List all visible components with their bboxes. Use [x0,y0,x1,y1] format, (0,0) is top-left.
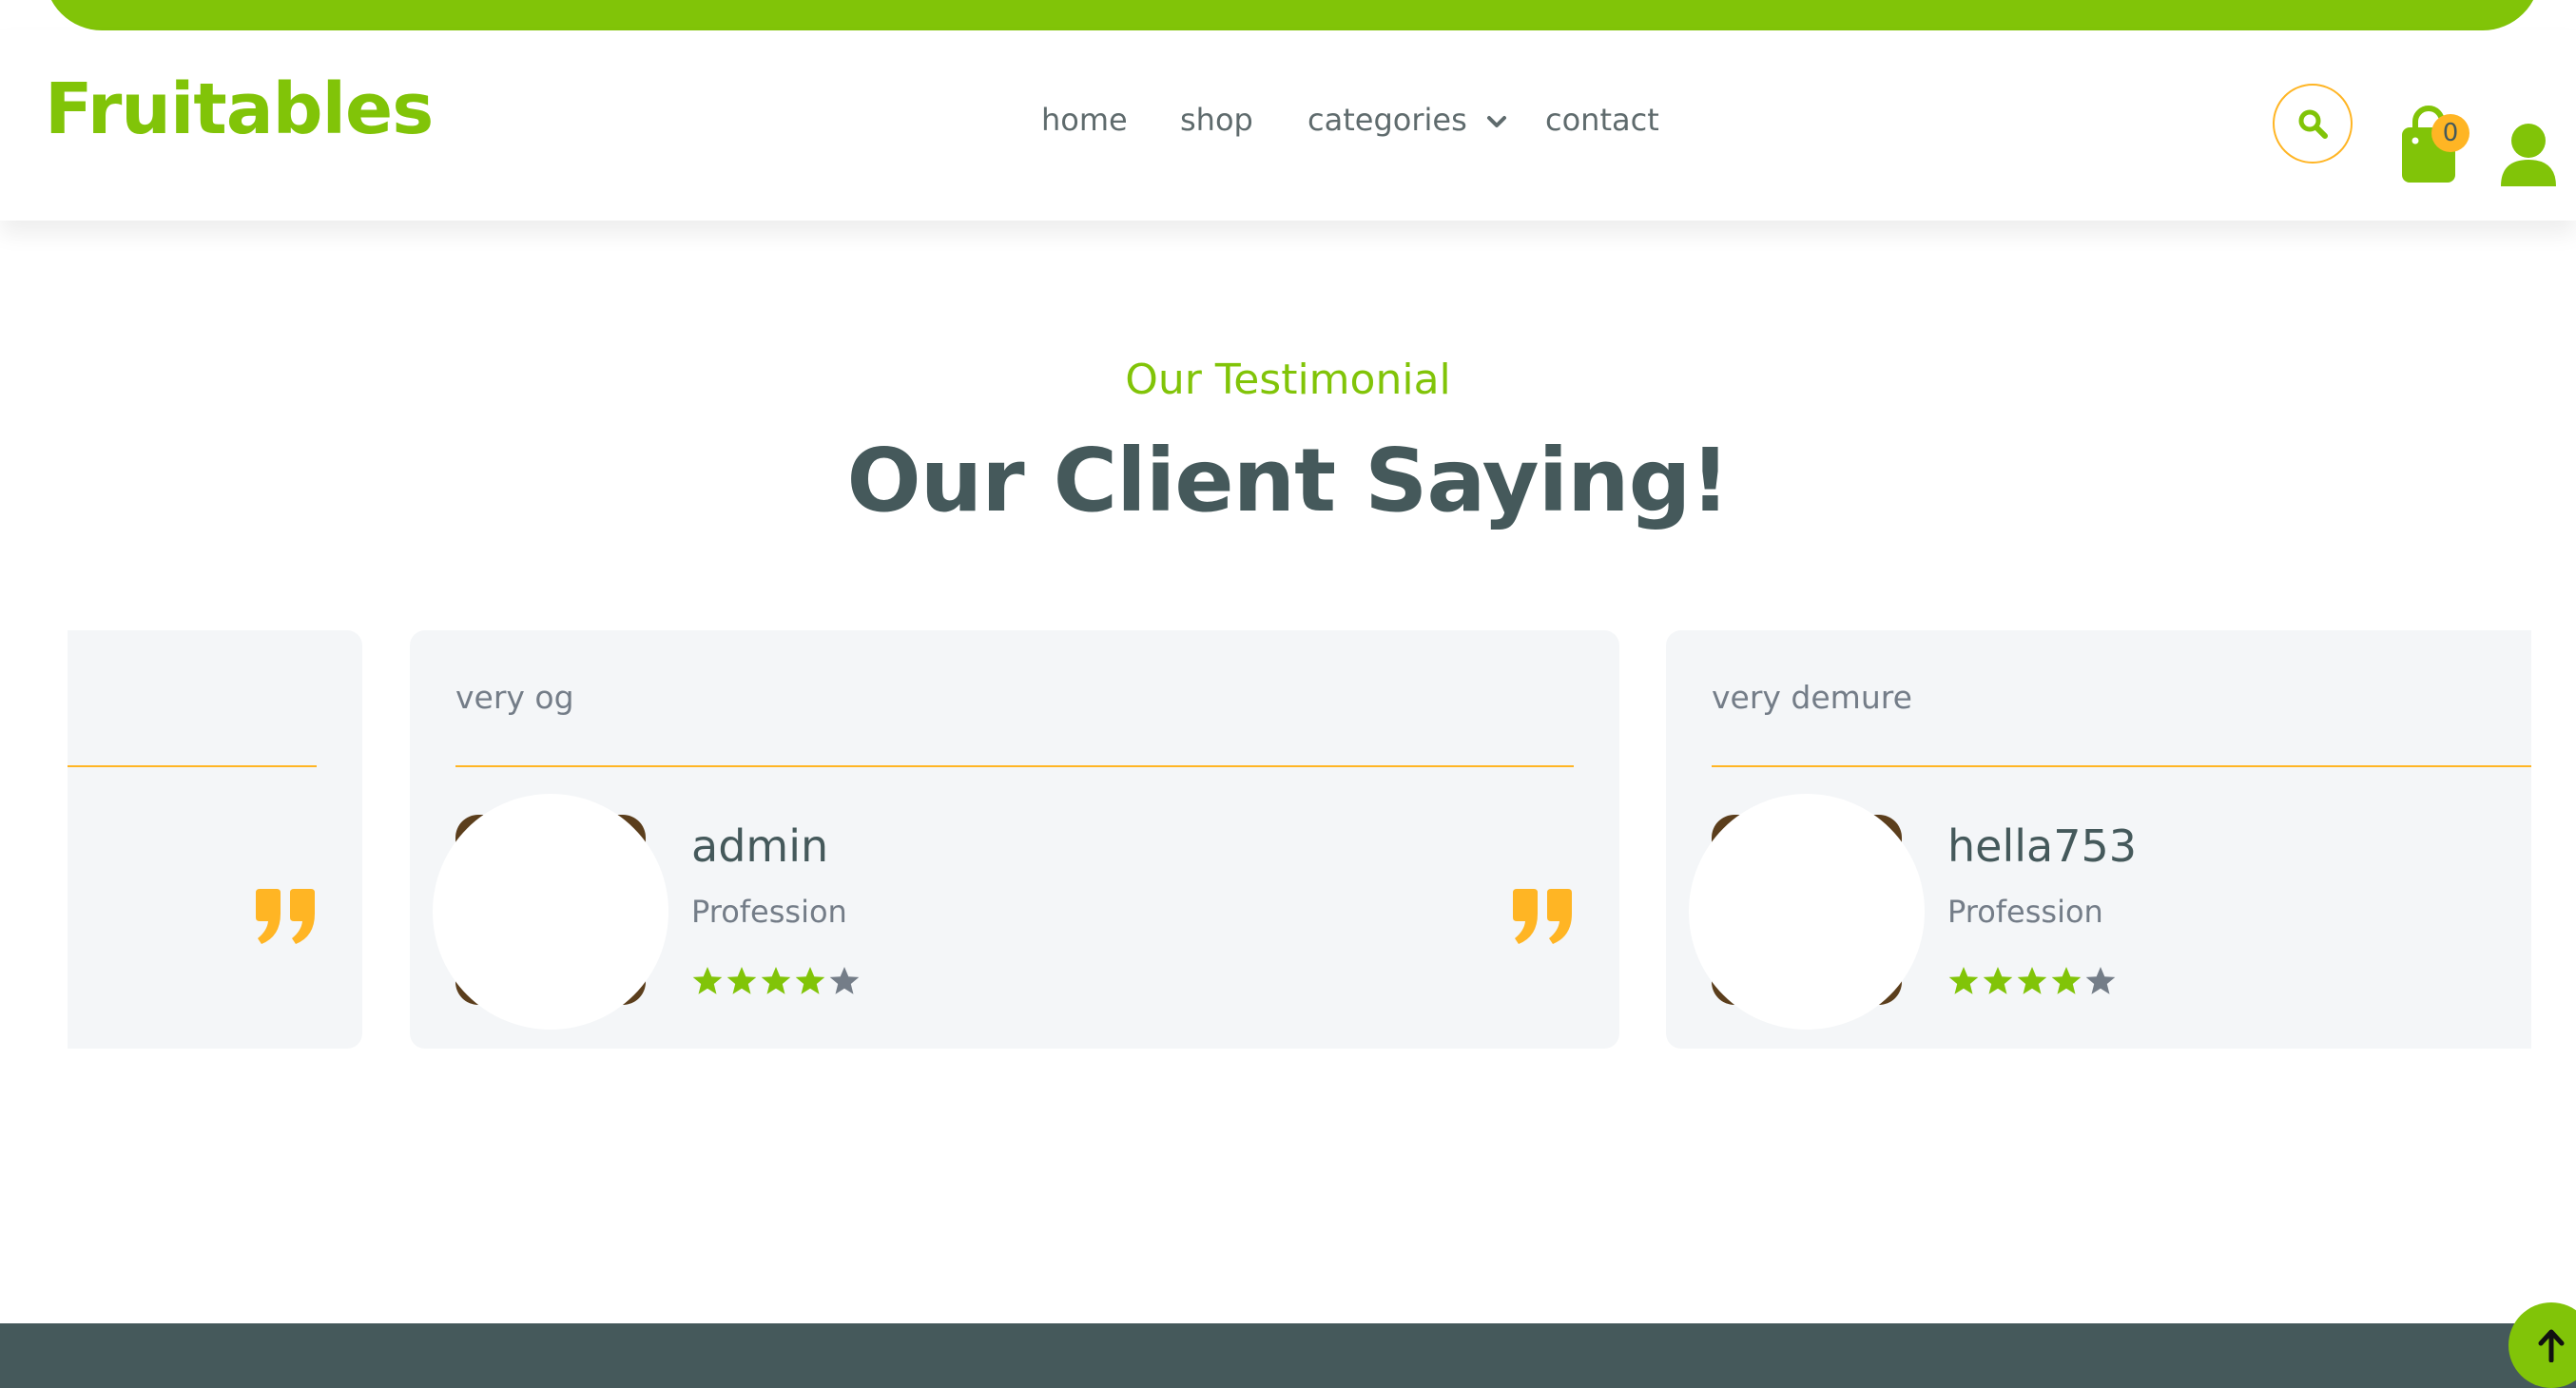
star-filled-icon [1983,967,2013,994]
star-filled-icon [1948,967,1979,994]
nav-shop[interactable]: shop [1180,105,1253,135]
footer [0,1323,2576,1388]
testimonial-text: very og [455,679,574,716]
star-empty-icon [2085,967,2116,994]
star-rating [691,965,861,997]
star-filled-icon [761,967,791,994]
avatar [433,794,668,1030]
star-filled-icon [726,967,757,994]
star-empty-icon [829,967,860,994]
client-name: hella753 [1947,820,2138,872]
client-profession: Profession [1947,894,2103,930]
top-bar [45,0,2540,30]
testimonial-card: very demure hella753 Profession [1666,630,2531,1049]
search-button[interactable] [2273,84,2353,164]
nav-categories-label: categories [1307,102,1467,138]
chevron-down-icon [1486,116,1506,127]
testimonial-card: very og admin Profession [410,630,1619,1049]
star-filled-icon [2017,967,2047,994]
navbar: Fruitables home shop categories contact … [0,30,2576,221]
star-filled-icon [795,967,825,994]
star-filled-icon [2051,967,2082,994]
star-rating [1947,965,2117,997]
divider [455,765,1574,767]
brand-logo[interactable]: Fruitables [45,74,434,145]
section-subtitle: Our Testimonial [1125,356,1451,404]
section-title: Our Client Saying! [846,430,1731,531]
star-filled-icon [692,967,723,994]
cart-count-badge: 0 [2431,114,2469,152]
divider [1712,765,2531,767]
search-icon [2298,109,2328,139]
nav-contact[interactable]: contact [1545,105,1659,135]
nav-home[interactable]: home [1041,105,1128,135]
quote-icon [256,889,315,944]
user-icon[interactable] [2499,122,2558,188]
client-profession: Profession [691,894,847,930]
testimonial-card [68,630,362,1049]
divider [68,765,317,767]
avatar [1689,794,1925,1030]
nav-categories[interactable]: categories [1307,105,1507,135]
quote-icon [1513,889,1572,944]
testimonial-text: very demure [1712,679,1912,716]
client-name: admin [691,820,829,872]
arrow-up-icon [2538,1329,2565,1362]
